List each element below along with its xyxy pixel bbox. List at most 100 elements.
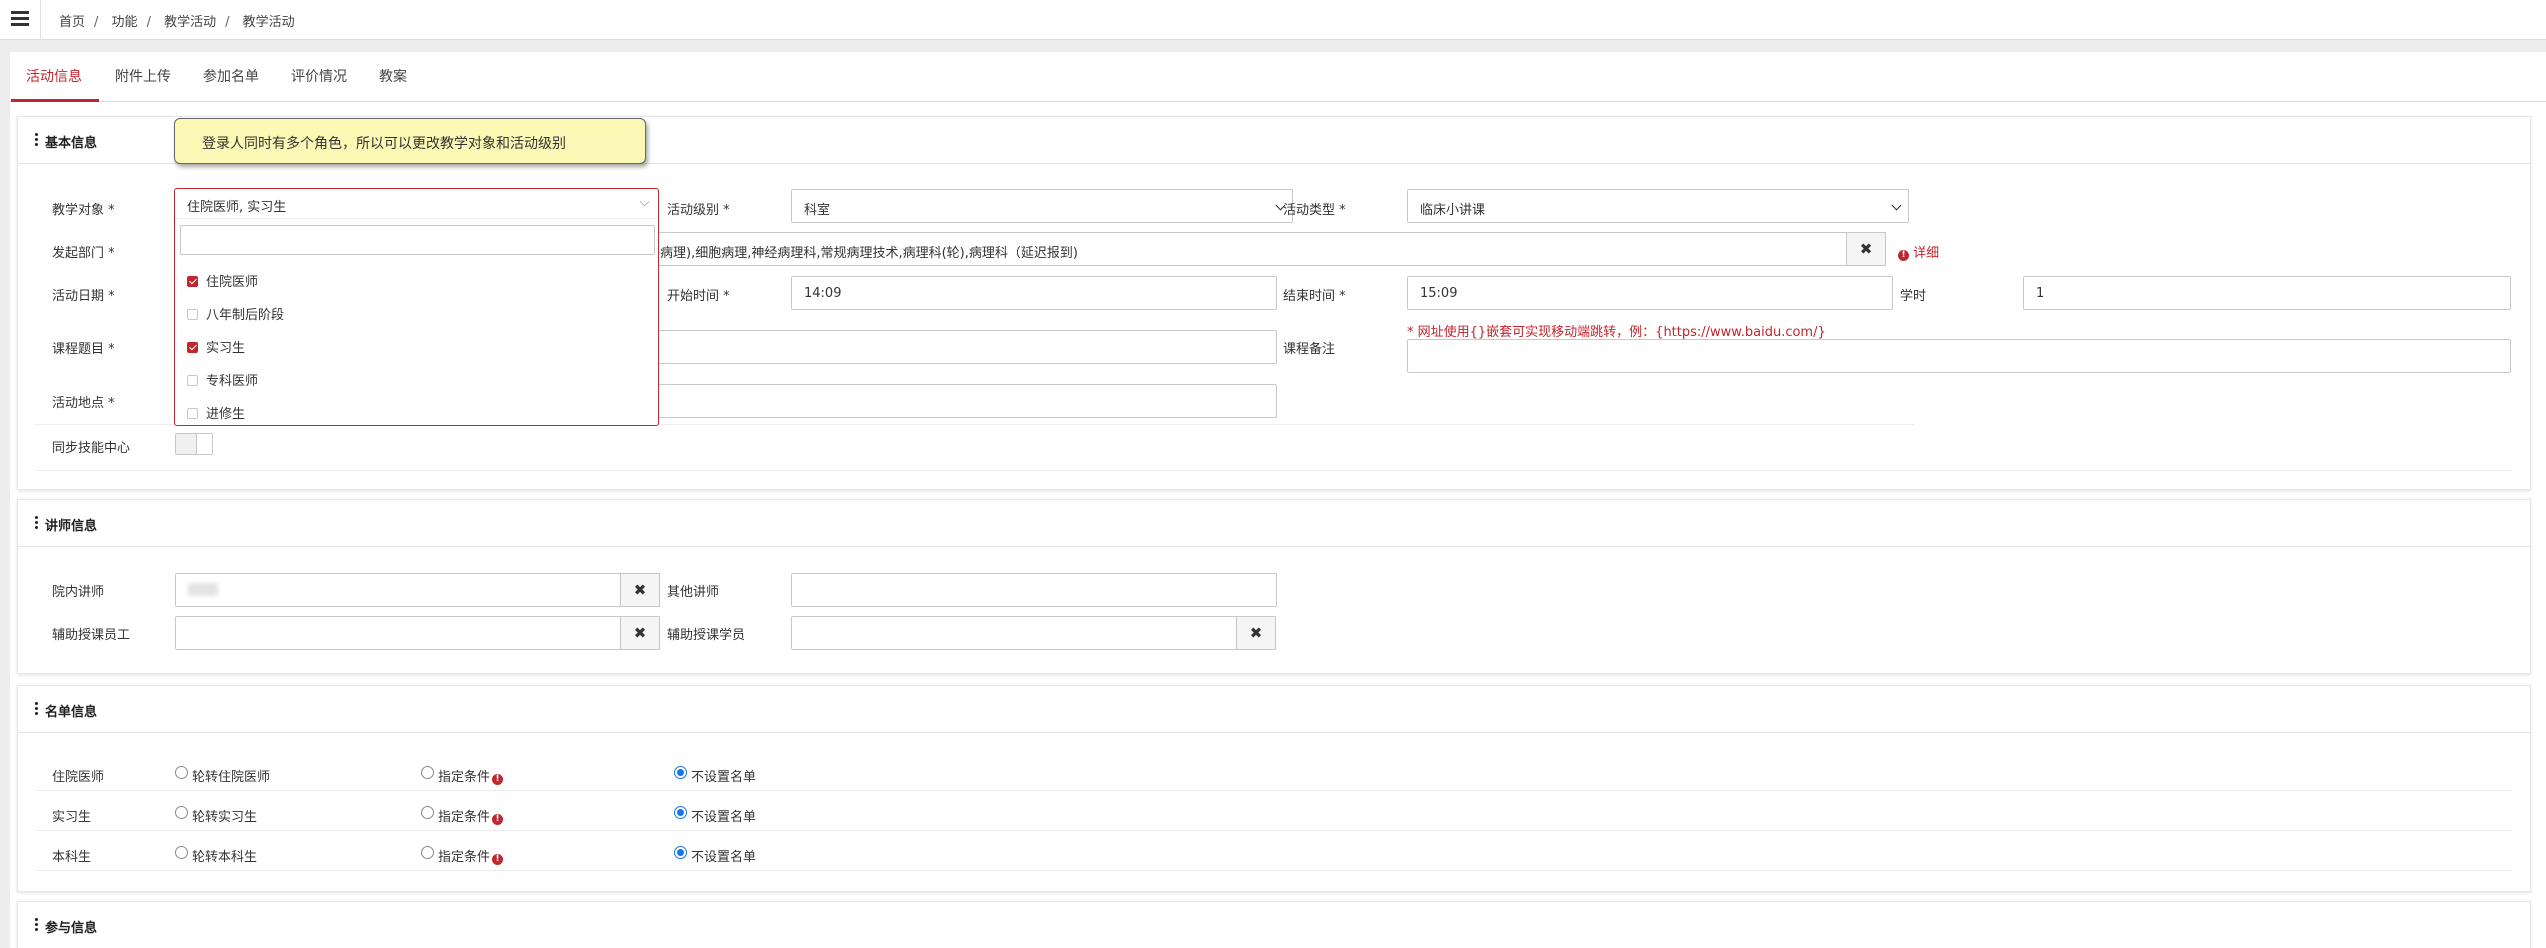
radio-rotation[interactable] [175, 846, 188, 859]
radio-rotation-label: 轮转实习生 [192, 810, 258, 825]
lecturer-info-card: 讲师信息 院内讲师 ✖ 其他讲师 辅助授课员工 ✖ 辅助授课学员 ✖ [17, 499, 2531, 674]
clear-assist-student-button[interactable]: ✖ [1236, 616, 1276, 650]
radio-condition[interactable] [421, 806, 434, 819]
remark-input[interactable] [1407, 339, 2511, 373]
hamburger-menu-icon[interactable] [10, 9, 30, 29]
option-item[interactable]: 住院医师 [187, 271, 258, 290]
radio-no-roster-label: 不设置名单 [691, 850, 757, 865]
section-title: 基本信息 [45, 136, 98, 151]
roster-row-label: 本科生 [52, 850, 92, 865]
ellipsis-vertical-icon [35, 701, 39, 715]
tab-evaluation[interactable]: 评价情况 [291, 66, 347, 86]
row-divider [35, 830, 2513, 831]
option-item[interactable]: 专科医师 [187, 370, 258, 389]
place-input[interactable] [642, 384, 1277, 418]
course-input[interactable] [642, 330, 1277, 364]
teach-target-multiselect[interactable]: 住院医师, 实习生 住院医师 八年制后阶段 实习生 专科医师 进修生 [174, 188, 659, 426]
ellipsis-vertical-icon [35, 917, 39, 931]
checkbox-checked[interactable] [187, 342, 198, 353]
clear-internal-lecturer-button[interactable]: ✖ [620, 573, 660, 607]
participation-info-card: 参与信息 [17, 901, 2531, 948]
hours-input[interactable]: 1 [2023, 276, 2511, 310]
dept-label: 发起部门 * [52, 246, 115, 261]
assist-student-input[interactable] [791, 616, 1237, 650]
section-title: 名单信息 [45, 705, 98, 720]
row-divider [35, 870, 2513, 871]
exclamation-circle-icon: ! [1898, 250, 1909, 261]
radio-no-roster[interactable] [674, 766, 687, 779]
detail-link[interactable]: ! 详细 [1896, 242, 1939, 261]
radio-rotation[interactable] [175, 766, 188, 779]
radio-no-roster-label: 不设置名单 [691, 770, 757, 785]
tab-bar: 活动信息 附件上传 参加名单 评价情况 教案 [10, 52, 2546, 102]
end-time-label: 结束时间 * [1283, 289, 1346, 304]
tab-activity-info[interactable]: 活动信息 [26, 66, 82, 86]
checkbox[interactable] [187, 375, 198, 386]
end-time-input[interactable]: 15:09 [1407, 276, 1893, 310]
tab-attachments[interactable]: 附件上传 [115, 66, 171, 86]
internal-lecturer-input[interactable] [175, 573, 621, 607]
radio-no-roster[interactable] [674, 806, 687, 819]
exclamation-circle-icon[interactable]: ! [492, 854, 504, 865]
card-header: 名单信息 [18, 686, 2530, 733]
section-title: 参与信息 [45, 921, 98, 936]
radio-no-roster[interactable] [674, 846, 687, 859]
divider [40, 0, 41, 40]
redacted-name [188, 583, 218, 596]
exclamation-circle-icon[interactable]: ! [492, 814, 504, 825]
roster-row-label: 实习生 [52, 810, 92, 825]
checkbox-checked[interactable] [187, 276, 198, 287]
checkbox[interactable] [187, 408, 198, 419]
sync-toggle[interactable] [175, 433, 213, 455]
card-header: 参与信息 [18, 902, 2530, 948]
ellipsis-vertical-icon [35, 515, 39, 529]
row-divider [35, 470, 2513, 471]
course-label: 课程题目 * [52, 342, 115, 357]
radio-rotation-label: 轮转住院医师 [192, 770, 271, 785]
radio-no-roster-label: 不设置名单 [691, 810, 757, 825]
tab-participants[interactable]: 参加名单 [203, 66, 259, 86]
breadcrumb-item-current: 教学活动 [242, 15, 295, 30]
active-tab-indicator [11, 99, 99, 102]
teach-target-label: 教学对象 * [52, 203, 115, 218]
type-label: 活动类型 * [1283, 203, 1346, 218]
checkbox[interactable] [187, 309, 198, 320]
assist-staff-input[interactable] [175, 616, 621, 650]
clear-dept-button[interactable]: ✖ [1846, 232, 1886, 266]
start-time-input[interactable]: 14:09 [791, 276, 1277, 310]
breadcrumb-item-home[interactable]: 首页 [59, 15, 85, 30]
other-lecturer-input[interactable] [791, 573, 1277, 607]
type-select[interactable]: 临床小讲课 [1407, 189, 1909, 223]
remark-label: 课程备注 [1283, 342, 1336, 357]
level-select[interactable]: 科室 [791, 189, 1293, 223]
assist-staff-label: 辅助授课员工 [52, 628, 131, 643]
tab-lesson-plan[interactable]: 教案 [379, 66, 407, 86]
breadcrumb-item-function[interactable]: 功能 [112, 15, 138, 30]
option-item[interactable]: 实习生 [187, 337, 245, 356]
dept-input[interactable]: 子病理),细胞病理,神经病理科,常规病理技术,病理科(轮),病理科（延迟报到) [642, 232, 1847, 266]
teach-target-search-input[interactable] [180, 225, 655, 255]
radio-condition[interactable] [421, 846, 434, 859]
option-item[interactable]: 八年制后阶段 [187, 304, 284, 323]
level-label: 活动级别 * [667, 203, 730, 218]
clear-assist-staff-button[interactable]: ✖ [620, 616, 660, 650]
exclamation-circle-icon[interactable]: ! [492, 774, 504, 785]
teach-target-selected[interactable]: 住院医师, 实习生 [175, 189, 658, 219]
radio-rotation[interactable] [175, 806, 188, 819]
radio-condition[interactable] [421, 766, 434, 779]
roster-info-card: 名单信息 住院医师 轮转住院医师 指定条件! 不设置名单 实习生 轮转实习生 指… [17, 685, 2531, 892]
hours-label: 学时 [1900, 289, 1927, 304]
ellipsis-vertical-icon [35, 132, 39, 146]
assist-student-label: 辅助授课学员 [667, 628, 746, 643]
breadcrumb-item-teaching[interactable]: 教学活动 [164, 15, 216, 30]
detail-link-label: 详细 [1913, 246, 1940, 261]
breadcrumb: 首页 / 功能 / 教学活动 / 教学活动 [59, 15, 295, 30]
roster-row-label: 住院医师 [52, 770, 105, 785]
option-item[interactable]: 进修生 [187, 403, 245, 422]
radio-condition-label: 指定条件! [438, 846, 504, 865]
remark-hint: * 网址使用{}嵌套可实现移动端跳转，例：{https://www.baidu.… [1407, 325, 1826, 340]
internal-lecturer-label: 院内讲师 [52, 585, 105, 600]
top-bar: 首页 / 功能 / 教学活动 / 教学活动 [0, 0, 2546, 40]
card-header: 讲师信息 [18, 500, 2530, 547]
date-label: 活动日期 * [52, 289, 115, 304]
